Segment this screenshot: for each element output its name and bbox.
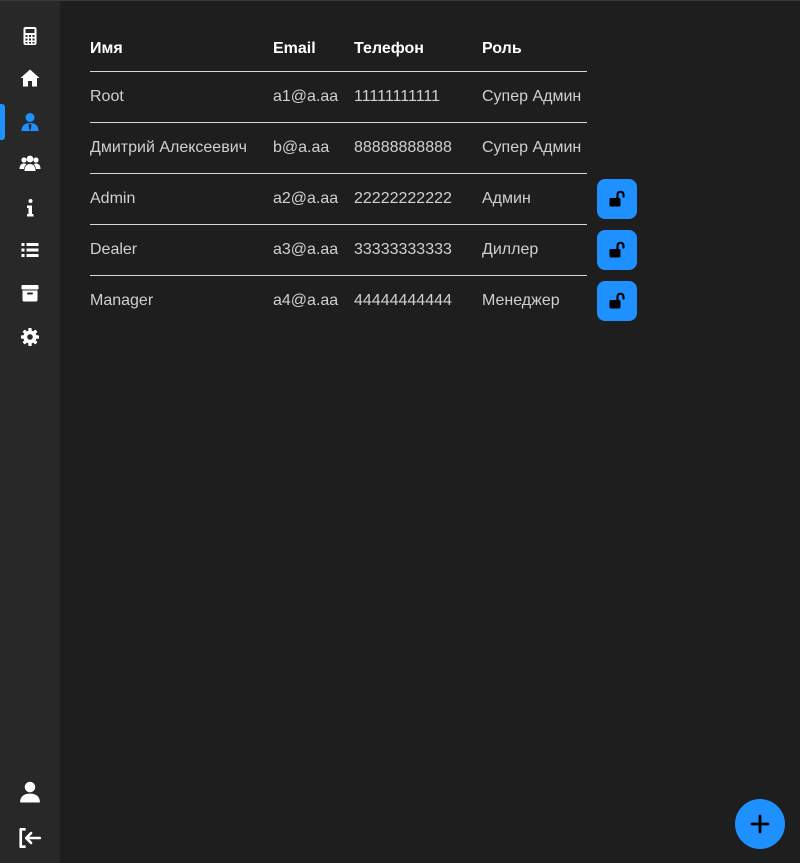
cell-email: a2@a.aa xyxy=(273,173,354,225)
cell-role: Супер Админ xyxy=(482,122,587,174)
home-icon xyxy=(20,69,40,87)
users-icon xyxy=(19,155,41,171)
unlock-button[interactable] xyxy=(597,281,637,321)
app-window: Имя Email Телефон Роль Root a1@a.aa 1111… xyxy=(0,0,800,863)
nav-logout[interactable] xyxy=(0,820,60,856)
unlock-icon xyxy=(609,190,625,207)
calculator-icon xyxy=(23,27,37,45)
nav-info[interactable] xyxy=(0,190,60,226)
column-header-name[interactable]: Имя xyxy=(90,27,273,72)
nav-archive[interactable] xyxy=(0,275,60,311)
nav-home[interactable] xyxy=(0,60,60,96)
column-header-role[interactable]: Роль xyxy=(482,27,587,72)
cell-phone: 88888888888 xyxy=(354,122,482,174)
info-icon xyxy=(27,199,34,217)
gear-icon xyxy=(21,328,39,346)
cell-email: a3@a.aa xyxy=(273,224,354,276)
column-header-phone[interactable]: Телефон xyxy=(354,27,482,72)
cell-name: Admin xyxy=(90,173,273,225)
nav-profile[interactable] xyxy=(0,774,60,810)
cell-role: Супер Админ xyxy=(482,71,587,123)
logout-icon xyxy=(19,827,42,849)
column-header-email[interactable]: Email xyxy=(273,27,354,72)
cell-phone: 33333333333 xyxy=(354,224,482,276)
list-icon xyxy=(21,243,39,257)
plus-icon xyxy=(750,814,770,834)
table-header-row: Имя Email Телефон Роль xyxy=(90,27,587,72)
table-row[interactable]: Admin a2@a.aa 22222222222 Админ xyxy=(90,173,587,225)
add-user-button[interactable] xyxy=(735,799,785,849)
nav-groups[interactable] xyxy=(0,146,60,182)
cell-phone: 44444444444 xyxy=(354,292,452,309)
cell-email: b@a.aa xyxy=(273,122,354,174)
user-tie-icon xyxy=(21,113,39,131)
unlock-icon xyxy=(609,241,625,258)
table-row[interactable]: Root a1@a.aa 11111111111 Супер Админ xyxy=(90,71,587,123)
table-row[interactable]: Дмитрий Алексеевич b@a.aa 88888888888 Су… xyxy=(90,122,587,174)
nav-calculator[interactable] xyxy=(0,18,60,54)
table-row[interactable]: Manager a4@a.aa 44444444444 Менеджер xyxy=(90,276,587,327)
cell-phone: 11111111111 xyxy=(354,71,482,123)
cell-phone: 22222222222 xyxy=(354,173,482,225)
cell-name: Manager xyxy=(90,292,154,309)
nav-settings[interactable] xyxy=(0,319,60,355)
cell-email: a1@a.aa xyxy=(273,71,354,123)
archive-icon xyxy=(21,285,39,302)
sidebar xyxy=(0,1,60,863)
cell-role: Диллер xyxy=(482,224,587,276)
users-table: Имя Email Телефон Роль Root a1@a.aa 1111… xyxy=(90,27,587,326)
table-row[interactable]: Dealer a3@a.aa 33333333333 Диллер xyxy=(90,224,587,276)
unlock-icon xyxy=(609,292,625,309)
cell-name: Дмитрий Алексеевич xyxy=(90,122,273,174)
cell-name: Dealer xyxy=(90,224,273,276)
cell-email: a4@a.aa xyxy=(273,292,339,309)
cell-name: Root xyxy=(90,71,273,123)
nav-list[interactable] xyxy=(0,232,60,268)
profile-icon xyxy=(20,781,40,803)
unlock-button[interactable] xyxy=(597,230,637,270)
nav-users-admin[interactable] xyxy=(0,104,60,140)
cell-role: Админ xyxy=(482,173,587,225)
cell-role: Менеджер xyxy=(482,292,560,309)
unlock-button[interactable] xyxy=(597,179,637,219)
